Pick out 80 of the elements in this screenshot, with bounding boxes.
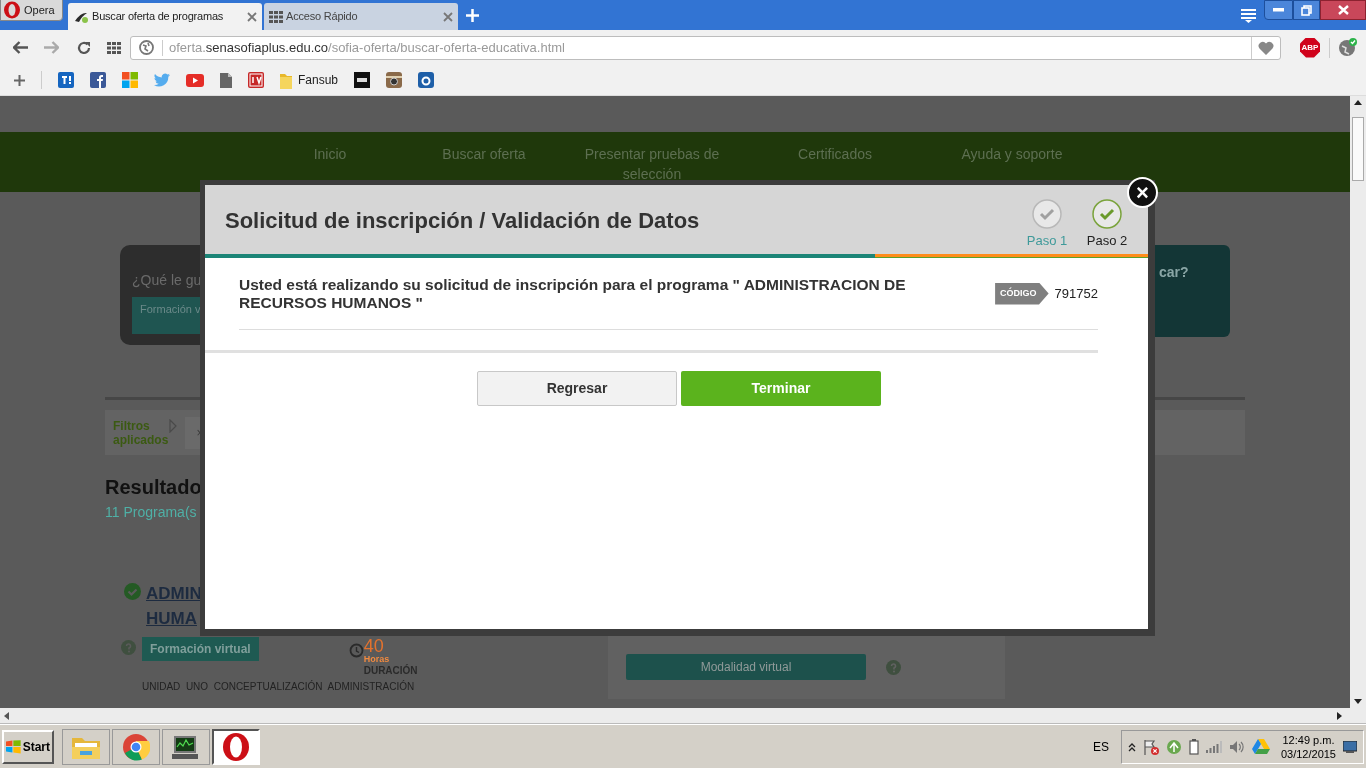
close-icon — [1337, 5, 1349, 15]
tab-title: Buscar oferta de programas — [92, 9, 225, 25]
opera-icon — [3, 1, 21, 19]
volume-icon[interactable] — [1228, 739, 1245, 754]
back-button[interactable]: Regresar — [477, 371, 677, 406]
close-icon[interactable] — [247, 11, 257, 22]
scroll-up-icon[interactable] — [1354, 100, 1362, 105]
dialog-title: Solicitud de inscripción / Validación de Datos — [225, 206, 701, 235]
clock-time: 12:49 p.m. — [1282, 732, 1335, 747]
add-icon[interactable] — [14, 74, 25, 86]
restore-icon — [1301, 4, 1312, 16]
chevron-up-icon[interactable] — [1127, 741, 1136, 752]
horizontal-scrollbar[interactable] — [0, 708, 1366, 724]
language-indicator[interactable]: ES — [1092, 737, 1109, 756]
monitor-icon — [172, 733, 200, 760]
opera-menu-button[interactable]: Opera — [0, 0, 63, 21]
close-button[interactable] — [1320, 0, 1366, 20]
heart-icon[interactable] — [1258, 40, 1274, 55]
unit-text: UNIDAD UNO CONCEPTUALIZACIÓN ADMINISTRACIÓN — [142, 681, 416, 693]
camera-icon[interactable] — [386, 72, 403, 88]
clock-icon — [348, 643, 364, 658]
signal-icon[interactable] — [1205, 740, 1222, 753]
minimize-button[interactable] — [1264, 0, 1293, 20]
windows-logo-icon — [6, 739, 21, 754]
close-icon[interactable] — [443, 11, 453, 22]
globe-check-icon[interactable] — [1338, 38, 1357, 57]
chrome-icon — [122, 732, 150, 761]
step-label: Paso 2 — [1086, 231, 1128, 250]
taskbar-app[interactable] — [212, 728, 260, 765]
code-value: 791752 — [1054, 284, 1098, 303]
bookmark-icon[interactable] — [418, 72, 435, 88]
reload-icon[interactable] — [77, 40, 91, 55]
triangle-icon — [169, 418, 177, 433]
browser-tab[interactable]: Buscar oferta de programas — [68, 3, 262, 30]
help-icon — [886, 660, 901, 675]
facebook-icon[interactable] — [90, 72, 106, 88]
search-question: ¿Qué le gu — [132, 271, 203, 290]
flag-error-icon[interactable] — [1142, 738, 1159, 755]
hours-value: 40 — [363, 637, 385, 655]
play-icon[interactable] — [186, 73, 204, 87]
step-label: Paso 1 — [1026, 231, 1068, 250]
code-tag: CÓDIGO — [995, 282, 1049, 305]
taskbar-app[interactable] — [162, 728, 210, 765]
scroll-down-icon[interactable] — [1354, 699, 1362, 704]
scroll-left-icon[interactable] — [4, 711, 9, 720]
minimize-icon — [1273, 8, 1284, 12]
help-icon — [121, 640, 136, 655]
bookmark-folder[interactable]: Fansub — [280, 71, 339, 89]
check-circle-icon — [124, 583, 141, 600]
vertical-scrollbar[interactable] — [1350, 96, 1366, 708]
opera-icon — [222, 731, 250, 762]
globe-icon — [139, 40, 154, 55]
hours-unit: Horas — [363, 655, 391, 664]
new-tab-icon[interactable] — [466, 9, 479, 22]
card-text: car? — [1159, 264, 1189, 280]
tab-title: Acceso Rápido — [286, 9, 359, 25]
show-desktop-icon[interactable] — [1343, 740, 1357, 753]
grid-icon — [269, 10, 283, 23]
back-icon[interactable] — [13, 41, 28, 54]
document-icon[interactable] — [220, 72, 232, 88]
tv-bookmark-icon[interactable] — [248, 72, 264, 88]
results-title: Resultado — [105, 475, 203, 500]
scroll-right-icon[interactable] — [1337, 711, 1342, 720]
results-count: 11 Programa(s — [105, 503, 198, 522]
modality-badge: Formación virtual — [142, 637, 259, 661]
clock-date: 03/12/2015 — [1280, 746, 1336, 761]
filters-label: Filtros aplicados — [113, 418, 169, 447]
restore-button[interactable] — [1293, 0, 1320, 20]
dialog-message: Usted está realizando su solicitud de inscripción para el programa " ADMINISTRACION DE RECURSOS HUMANOS " — [239, 275, 907, 312]
grid-icon[interactable] — [107, 41, 121, 54]
address-field[interactable]: oferta.senasofiaplus.edu.co/sofia-oferta/buscar-oferta-educativa.html — [130, 35, 1281, 60]
battery-icon[interactable] — [1188, 738, 1199, 755]
browser-tab[interactable]: Acceso Rápido — [264, 3, 458, 30]
folder-icon — [280, 71, 292, 89]
adblock-button[interactable]: ABP — [1300, 37, 1320, 58]
scroll-thumb[interactable] — [1352, 117, 1364, 181]
bookmark-icon[interactable] — [354, 72, 371, 88]
windows-icon[interactable] — [122, 72, 138, 88]
start-button[interactable]: Start — [2, 729, 54, 764]
tab-menu-icon[interactable] — [1241, 9, 1256, 23]
